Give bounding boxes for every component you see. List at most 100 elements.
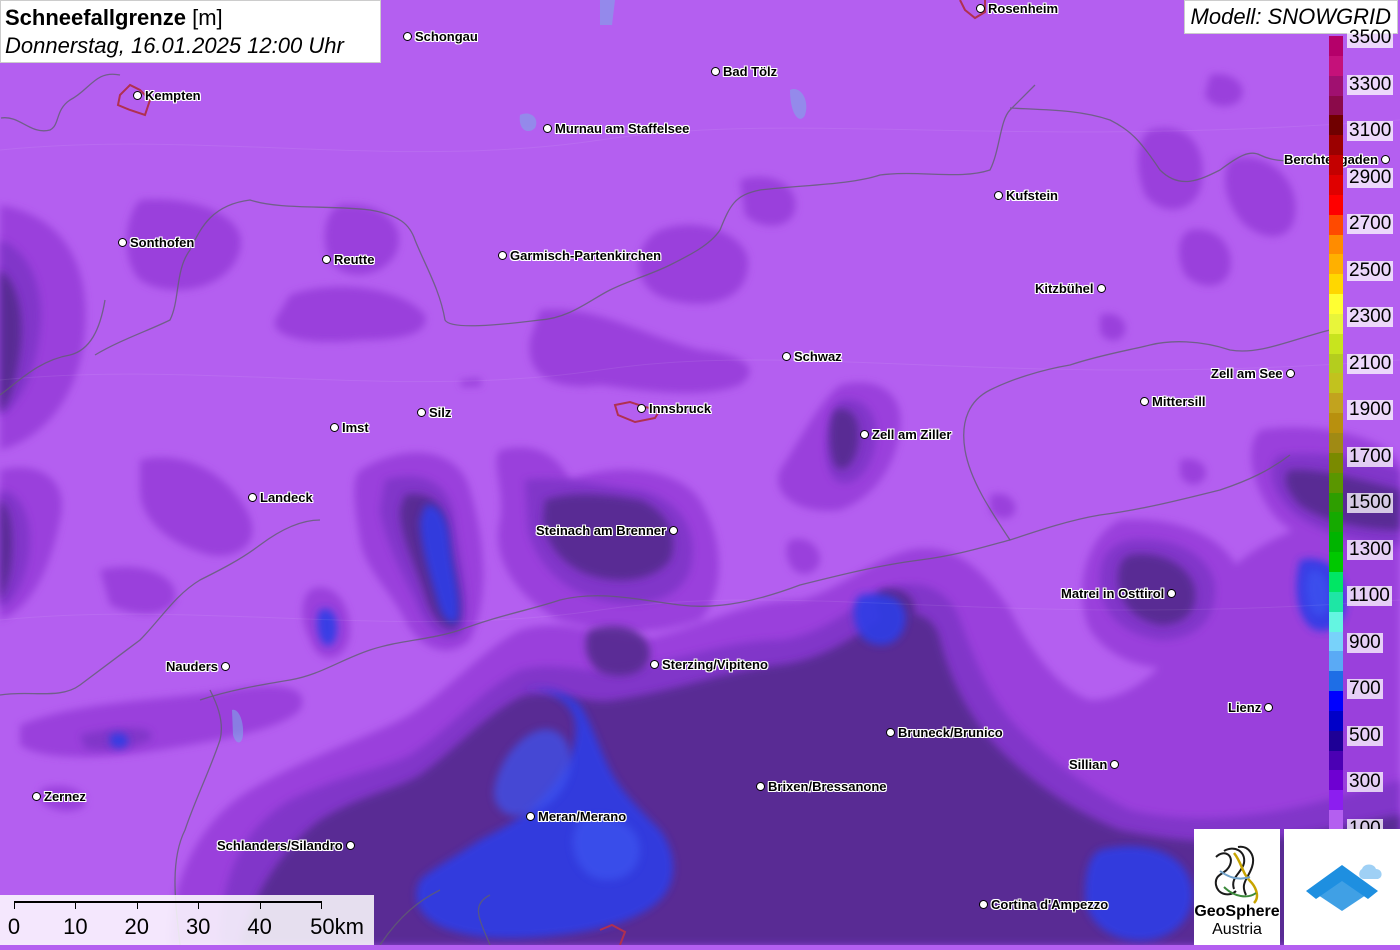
legend-label: 1700 — [1347, 445, 1394, 467]
city-dot-icon — [248, 493, 257, 502]
legend-swatch — [1329, 433, 1343, 454]
legend-swatch — [1329, 55, 1343, 77]
city-marker[interactable]: Mittersill — [1140, 394, 1205, 409]
legend-label: 2100 — [1347, 352, 1394, 374]
city-marker[interactable]: Rosenheim — [976, 1, 1058, 16]
city-marker[interactable]: Zell am See — [1211, 366, 1295, 381]
snowline-map[interactable] — [0, 0, 1400, 945]
scale-tick — [198, 901, 200, 909]
color-legend: 3500 3300 3100 2900 2700 2500 2300 2100 1900 1700… — [1329, 28, 1400, 839]
city-dot-icon — [860, 430, 869, 439]
city-marker[interactable]: Nauders — [166, 659, 231, 674]
city-marker[interactable]: Silz — [417, 405, 451, 420]
city-dot-icon — [322, 255, 331, 264]
legend-swatch — [1329, 155, 1343, 176]
city-marker[interactable]: Garmisch-Partenkirchen — [498, 248, 661, 263]
legend-swatch — [1329, 254, 1343, 275]
city-dot-icon — [756, 782, 765, 791]
city-marker[interactable]: Cortina d'Ampezzo — [979, 897, 1108, 912]
city-label: Kitzbühel — [1035, 281, 1094, 296]
city-marker[interactable]: Kempten — [133, 88, 201, 103]
legend-swatch — [1329, 274, 1343, 295]
scale-tick-label: 0 — [7, 914, 21, 939]
legend-label: 500 — [1347, 724, 1383, 746]
legend-label: 1500 — [1347, 492, 1394, 513]
legend-swatch — [1329, 512, 1343, 533]
city-marker[interactable]: Schwaz — [782, 349, 842, 364]
city-marker[interactable]: Zell am Ziller — [860, 427, 951, 442]
city-marker[interactable]: Meran/Merano — [526, 809, 626, 824]
city-marker[interactable]: Schongau — [403, 29, 478, 44]
city-label: Zernez — [44, 789, 86, 804]
scale-tick-label: 40 — [247, 914, 272, 939]
legend-swatch — [1329, 115, 1343, 136]
legend-label: 900 — [1347, 631, 1383, 653]
map-title: Schneefallgrenze — [5, 5, 186, 30]
legend-swatch — [1329, 651, 1343, 672]
city-label: Kempten — [145, 88, 201, 103]
city-marker[interactable]: Kitzbühel — [1035, 281, 1106, 296]
city-dot-icon — [221, 662, 231, 671]
city-marker[interactable]: Schlanders/Silandro — [217, 838, 355, 853]
city-label: Nauders — [166, 659, 219, 674]
city-marker[interactable]: Sterzing/Vipiteno — [650, 657, 768, 672]
legend-swatch — [1329, 353, 1343, 374]
geosphere-logo-text: GeoSphere — [1194, 903, 1280, 920]
city-dot-icon — [345, 841, 355, 850]
city-label: Lienz — [1228, 700, 1262, 715]
city-marker[interactable]: Matrei in Osttirol — [1061, 586, 1177, 601]
legend-swatch — [1329, 631, 1343, 652]
weather-app-logo[interactable] — [1284, 829, 1400, 945]
scale-tick — [321, 901, 322, 909]
legend-label: 300 — [1347, 771, 1383, 792]
city-marker[interactable]: Bad Tölz — [711, 64, 777, 79]
city-marker[interactable]: Brixen/Bressanone — [756, 779, 887, 794]
geosphere-logo[interactable]: GeoSphere Austria — [1194, 829, 1280, 945]
legend-swatch — [1329, 452, 1343, 474]
legend-swatch — [1329, 95, 1343, 116]
scale-tick-label: 10 — [63, 914, 88, 939]
legend-label: 2300 — [1347, 306, 1394, 327]
city-marker[interactable]: Zernez — [32, 789, 86, 804]
legend-swatch — [1329, 373, 1343, 394]
legend-label: 1100 — [1347, 585, 1392, 606]
legend-swatch — [1329, 532, 1343, 553]
legend-swatch — [1329, 691, 1343, 712]
city-dot-icon — [782, 352, 791, 361]
city-marker[interactable]: Sillian — [1069, 757, 1120, 772]
legend-label: 700 — [1347, 678, 1383, 699]
scale-tick — [259, 901, 261, 909]
city-marker[interactable]: Steinach am Brenner — [536, 523, 679, 538]
legend-label: 2500 — [1347, 259, 1394, 281]
city-marker[interactable]: Innsbruck — [637, 401, 711, 416]
legend-swatch — [1329, 234, 1343, 255]
city-label: Murnau am Staffelsee — [555, 121, 690, 136]
city-dot-icon — [1096, 284, 1106, 293]
city-label: Landeck — [260, 490, 313, 505]
legend-label: 3100 — [1347, 120, 1394, 141]
city-dot-icon — [976, 4, 985, 13]
city-dot-icon — [1110, 760, 1120, 769]
scale-tick — [14, 901, 15, 909]
city-label: Zell am Ziller — [872, 427, 952, 442]
city-marker[interactable]: Bruneck/Brunico — [886, 725, 1003, 740]
city-marker[interactable]: Lienz — [1228, 700, 1274, 715]
legend-label: 3500 — [1347, 27, 1394, 48]
legend-label: 2700 — [1347, 213, 1394, 234]
legend-swatch — [1329, 591, 1343, 613]
city-marker[interactable]: Sonthofen — [118, 235, 194, 250]
legend-swatch — [1329, 413, 1343, 434]
legend-swatch — [1329, 492, 1343, 513]
legend-swatch — [1329, 790, 1343, 811]
city-marker[interactable]: Landeck — [248, 490, 313, 505]
legend-swatch — [1329, 750, 1343, 771]
city-marker[interactable]: Murnau am Staffelsee — [543, 121, 689, 136]
legend-label: 1300 — [1347, 538, 1394, 560]
scale-tick-label: 30 — [185, 914, 211, 939]
city-marker[interactable]: Imst — [330, 420, 369, 435]
city-marker[interactable]: Reutte — [322, 252, 374, 267]
city-dot-icon — [1167, 589, 1177, 598]
city-dot-icon — [886, 728, 895, 737]
city-marker[interactable]: Kufstein — [994, 188, 1058, 203]
city-dot-icon — [133, 91, 142, 100]
